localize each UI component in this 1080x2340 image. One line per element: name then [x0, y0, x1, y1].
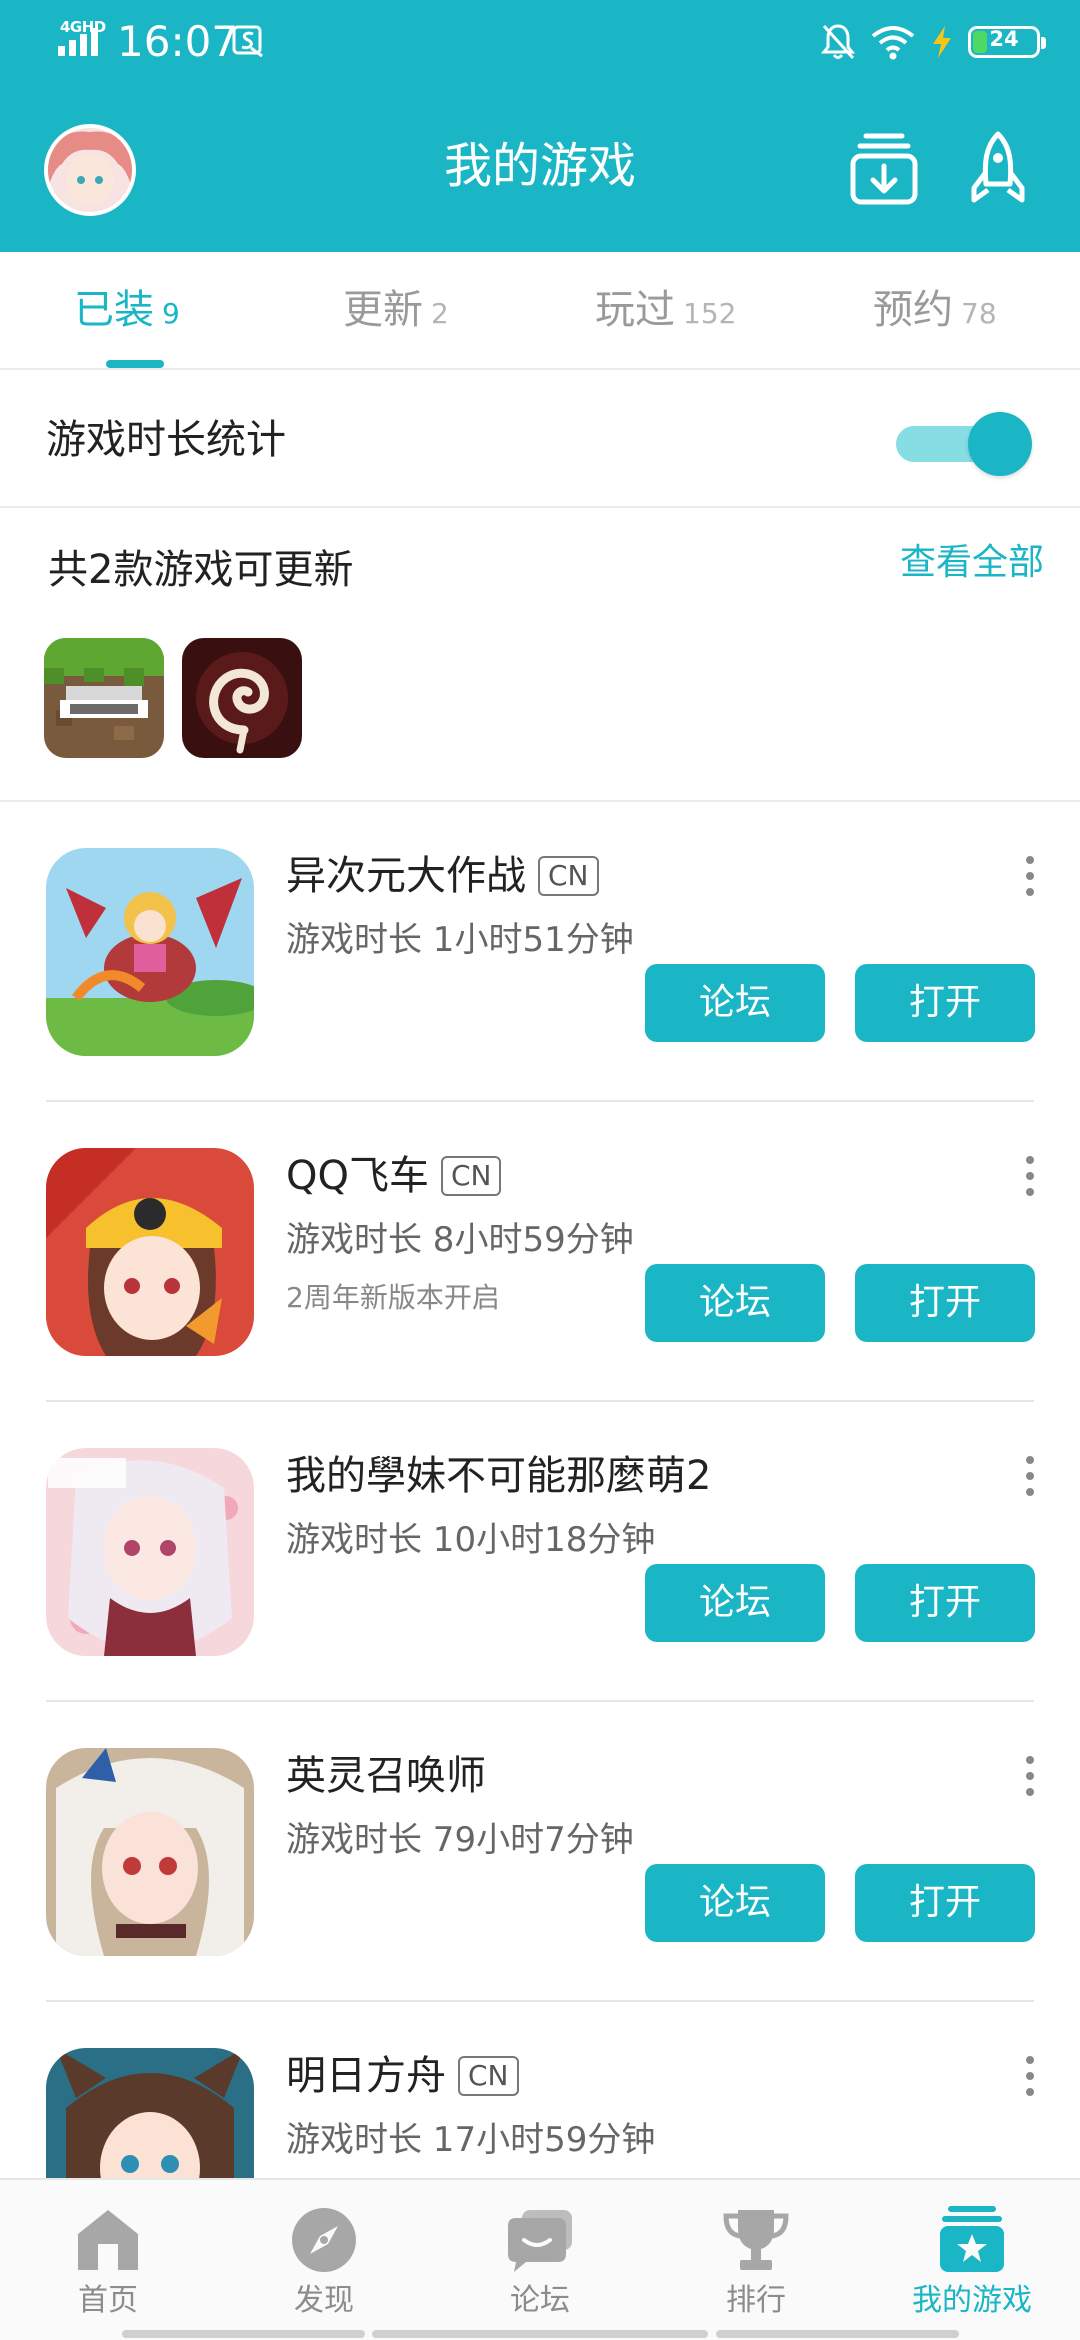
tab-installed[interactable]: 已装 9	[74, 282, 180, 342]
compass-icon	[292, 2208, 356, 2272]
tab-label: 玩过	[595, 287, 675, 333]
screenshot-icon	[232, 25, 263, 58]
speed-up-button[interactable]	[962, 130, 1034, 206]
game-playtime: 游戏时长 10小时18分钟	[286, 1520, 656, 1560]
game-name: 英灵召唤师	[286, 1753, 486, 1799]
game-name: QQ飞车	[286, 1153, 429, 1199]
list-item: 英灵召唤师 游戏时长 79小时7分钟 论坛 打开	[0, 1702, 1080, 2002]
more-options-icon[interactable]	[1014, 1152, 1046, 1200]
game-playtime: 游戏时长 8小时59分钟	[286, 1220, 634, 1260]
game-title: 明日方舟 CN	[286, 2048, 519, 2104]
game-title: 我的學妹不可能那麼萌2	[286, 1448, 711, 1504]
playtime-stats-row: 游戏时长统计	[0, 372, 1080, 508]
swirl-game-icon[interactable]	[182, 638, 302, 758]
game-title: 异次元大作战 CN	[286, 848, 599, 904]
open-button[interactable]: 打开	[855, 1564, 1035, 1642]
game-icon[interactable]	[46, 1448, 254, 1656]
tab-count: 78	[961, 297, 997, 330]
home-icon	[78, 2210, 138, 2270]
gesture-bar	[372, 2330, 708, 2338]
list-item: QQ飞车 CN 游戏时长 8小时59分钟 2周年新版本开启 论坛 打开	[0, 1102, 1080, 1402]
tab-count: 2	[431, 297, 449, 330]
nav-my-games[interactable]: 我的游戏	[864, 2180, 1080, 2340]
app-header: 4GHD 16:07 24 我的游戏	[0, 0, 1080, 252]
region-badge: CN	[440, 1156, 502, 1196]
more-options-icon[interactable]	[1014, 1752, 1046, 1800]
mute-icon	[820, 24, 856, 60]
forum-button[interactable]: 论坛	[645, 1264, 825, 1342]
game-name: 我的學妹不可能那麼萌2	[286, 1453, 712, 1499]
game-name: 明日方舟	[286, 2053, 446, 2099]
game-title: QQ飞车 CN	[286, 1148, 502, 1204]
forum-button[interactable]: 论坛	[645, 1864, 825, 1942]
nav-label: 首页	[78, 2283, 138, 2318]
bottom-navigation: 首页 发现 论坛 排行 我的游戏	[0, 2178, 1080, 2340]
charging-icon	[933, 26, 951, 58]
update-count-title: 共2款游戏可更新	[48, 547, 354, 593]
forum-button[interactable]: 论坛	[645, 1564, 825, 1642]
tab-count: 152	[683, 297, 737, 330]
game-title: 英灵召唤师	[286, 1748, 486, 1804]
game-playtime: 游戏时长 17小时59分钟	[286, 2120, 656, 2160]
nav-label: 论坛	[510, 2283, 570, 2318]
update-section: 共2款游戏可更新 查看全部	[0, 510, 1080, 802]
game-news: 2周年新版本开启	[286, 1281, 500, 1314]
gesture-bar	[716, 2330, 959, 2338]
nav-label: 发现	[294, 2283, 354, 2318]
clock: 16:07	[117, 17, 239, 66]
tab-label: 预约	[873, 287, 953, 333]
gesture-bar	[122, 2330, 365, 2338]
open-button[interactable]: 打开	[855, 1864, 1035, 1942]
download-manager-icon	[850, 133, 918, 205]
my-games-icon	[940, 2206, 1004, 2272]
game-icon[interactable]	[46, 1748, 254, 1956]
tab-reserved[interactable]: 预约 78	[873, 282, 997, 342]
signal-icon: 4GHD	[58, 18, 108, 58]
open-button[interactable]: 打开	[855, 1264, 1035, 1342]
list-item: 明日方舟 CN 游戏时长 17小时59分钟	[0, 2002, 1080, 2178]
tab-played[interactable]: 玩过 152	[595, 282, 736, 342]
region-badge: CN	[458, 2056, 519, 2096]
tab-count: 9	[162, 297, 180, 330]
game-icon[interactable]	[46, 2048, 254, 2178]
playtime-stats-label: 游戏时长统计	[46, 417, 286, 463]
open-button[interactable]: 打开	[855, 964, 1035, 1042]
active-tab-indicator	[106, 360, 164, 368]
game-icon[interactable]	[46, 1148, 254, 1356]
wifi-icon	[871, 26, 915, 60]
game-name: 异次元大作战	[286, 853, 526, 899]
status-bar: 4GHD 16:07 24	[0, 0, 1080, 84]
battery-level: 24	[989, 27, 1019, 51]
nav-home[interactable]: 首页	[0, 2180, 216, 2340]
forum-icon	[508, 2210, 572, 2272]
more-options-icon[interactable]	[1014, 2052, 1046, 2100]
nav-label: 排行	[726, 2283, 786, 2318]
battery-icon: 24	[968, 26, 1046, 58]
game-playtime: 游戏时长 1小时51分钟	[286, 920, 634, 960]
rocket-icon	[971, 131, 1025, 203]
tab-bar: 已装 9 更新 2 玩过 152 预约 78	[0, 252, 1080, 370]
nav-ranking[interactable]: 排行	[648, 2180, 864, 2340]
game-playtime: 游戏时长 79小时7分钟	[286, 1820, 634, 1860]
view-all-link[interactable]: 查看全部	[900, 538, 1044, 588]
game-icon[interactable]	[46, 848, 254, 1056]
more-options-icon[interactable]	[1014, 1452, 1046, 1500]
nav-label: 我的游戏	[912, 2283, 1032, 2318]
trophy-icon	[723, 2210, 789, 2270]
forum-button[interactable]: 论坛	[645, 964, 825, 1042]
more-options-icon[interactable]	[1014, 852, 1046, 900]
nav-discover[interactable]: 发现	[216, 2180, 432, 2340]
playtime-stats-toggle[interactable]	[896, 412, 1032, 476]
tab-updates[interactable]: 更新 2	[343, 282, 449, 342]
download-manager-button[interactable]	[848, 130, 920, 206]
tab-label: 已装	[74, 287, 154, 333]
tab-label: 更新	[343, 287, 423, 333]
list-item: 异次元大作战 CN 游戏时长 1小时51分钟 论坛 打开	[0, 802, 1080, 1102]
list-item: 我的學妹不可能那麼萌2 游戏时长 10小时18分钟 论坛 打开	[0, 1402, 1080, 1702]
minecraft-icon[interactable]	[44, 638, 164, 758]
nav-forum[interactable]: 论坛	[432, 2180, 648, 2340]
region-badge: CN	[538, 856, 599, 896]
